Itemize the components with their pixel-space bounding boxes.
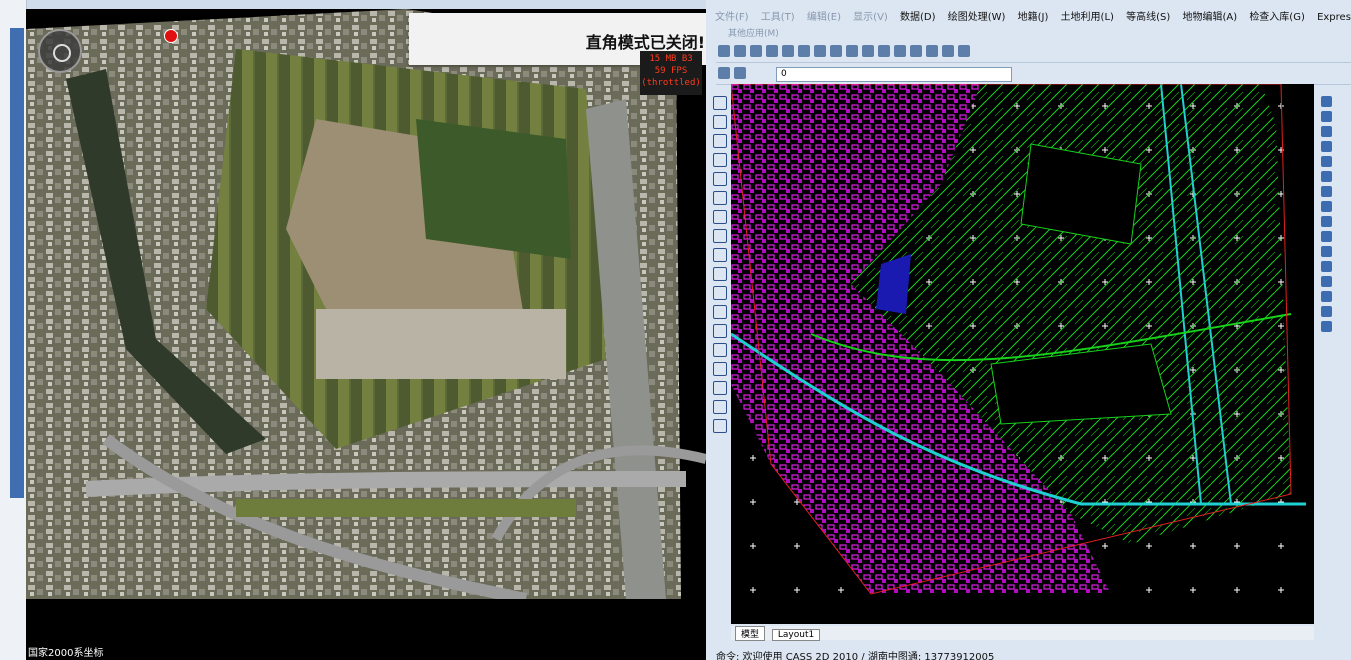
text-icon[interactable] [713,362,727,376]
menu-cadastre[interactable]: 地籍(J) [1018,12,1049,23]
vertical-scrollbar[interactable] [10,28,24,498]
trim-icon[interactable] [1321,231,1332,242]
chamfer-icon[interactable] [1321,291,1332,302]
copy-object-icon[interactable] [1321,111,1332,122]
block-icon[interactable] [713,286,727,300]
layer-tool-icon[interactable] [942,45,954,57]
erase-icon[interactable] [1321,96,1332,107]
left-panel-strip [0,0,27,660]
menu-feature-edit[interactable]: 地物编辑(A) [1182,12,1237,23]
cut-icon[interactable] [782,45,794,57]
zoom-icon[interactable] [878,45,890,57]
menu-tools[interactable]: 工具(T) [761,12,795,23]
menu-contour[interactable]: 等高线(S) [1126,12,1170,23]
open-icon[interactable] [734,45,746,57]
offset-icon[interactable] [1321,141,1332,152]
aerial-photo [26,9,706,660]
submenu-label[interactable]: 其他应用(M) [728,26,779,39]
stretch-icon[interactable] [1321,216,1332,227]
help-icon[interactable] [926,45,938,57]
command-line[interactable]: 命令: 欢迎使用 CASS 2D 2010 / 湖南中图通: 137739120… [716,648,1336,660]
tab-layout1[interactable]: Layout1 [771,629,821,641]
zoom-window-icon[interactable] [894,45,906,57]
layer-dropdown[interactable]: 0 [776,67,1012,82]
cad-drawing-canvas[interactable] [731,84,1314,624]
line-icon[interactable] [713,96,727,110]
paste-icon[interactable] [814,45,826,57]
dimension-icon[interactable] [713,400,727,414]
menu-check[interactable]: 检查入库(G) [1249,12,1305,23]
extend-icon[interactable] [1321,246,1332,257]
cad-vector-map [731,84,1314,624]
fps-counter: 15 MB B3 59 FPS (throttled) [640,51,702,95]
arc-icon[interactable] [713,134,727,148]
draw-toolbar [710,92,730,640]
style-icon[interactable] [958,45,970,57]
compass-icon[interactable] [38,29,82,73]
spline-icon[interactable] [713,248,727,262]
print-icon[interactable] [766,45,778,57]
properties-icon[interactable] [910,45,922,57]
point-icon[interactable] [713,305,727,319]
break-icon[interactable] [1321,261,1332,272]
table-icon[interactable] [713,343,727,357]
rotate-icon[interactable] [1321,186,1332,197]
curve-icon[interactable] [713,191,727,205]
polyline-icon[interactable] [713,115,727,129]
location-pin-icon [164,29,178,43]
copy-icon[interactable] [798,45,810,57]
coordinate-system-label: 国家2000系坐标 [28,648,104,659]
menu-data[interactable]: 数据(D) [900,12,936,23]
redo-icon[interactable] [846,45,858,57]
modify-toolbar [1318,92,1336,372]
3d-scene-viewport[interactable]: 直角模式已关闭! 15 MB B3 59 FPS (throttled) 国家2… [26,9,706,660]
annotation-icon[interactable] [713,381,727,395]
ellipse-icon[interactable] [713,267,727,281]
tab-model[interactable]: 模型 [735,626,766,641]
symbol-icon[interactable] [713,419,727,433]
join-icon[interactable] [1321,276,1332,287]
new-icon[interactable] [718,45,730,57]
cloud-icon[interactable] [713,229,727,243]
layer-toolbar: 0 [716,64,1351,85]
pan-icon[interactable] [862,45,874,57]
fillet-icon[interactable] [1321,306,1332,317]
save-icon[interactable] [750,45,762,57]
menu-land-use[interactable]: 土地利用(L) [1061,12,1114,23]
menu-bar: 文件(F) 工具(T) 编辑(E) 显示(V) 数据(D) 绘图处理(W) 地籍… [706,8,1351,26]
scale-icon[interactable] [1321,201,1332,212]
explode-icon[interactable] [1321,321,1332,332]
mirror-icon[interactable] [1321,126,1332,137]
menu-file[interactable]: 文件(F) [715,12,749,23]
array-icon[interactable] [1321,156,1332,167]
polygon-icon[interactable] [713,153,727,167]
menu-express[interactable]: Express [1317,12,1351,23]
menu-view[interactable]: 显示(V) [853,12,888,23]
rectangle-icon[interactable] [713,172,727,186]
layout-tabs: 模型 Layout1 [731,626,1314,641]
menu-edit[interactable]: 编辑(E) [807,12,841,23]
menu-drawing[interactable]: 绘图处理(W) [948,12,1006,23]
layer-manager-icon[interactable] [718,67,730,79]
hatch-icon[interactable] [713,324,727,338]
layer-state-icon[interactable] [734,67,746,79]
standard-toolbar [716,42,1351,63]
undo-icon[interactable] [830,45,842,57]
cad-window: 文件(F) 工具(T) 编辑(E) 显示(V) 数据(D) 绘图处理(W) 地籍… [706,0,1351,660]
move-icon[interactable] [1321,171,1332,182]
circle-icon[interactable] [713,210,727,224]
